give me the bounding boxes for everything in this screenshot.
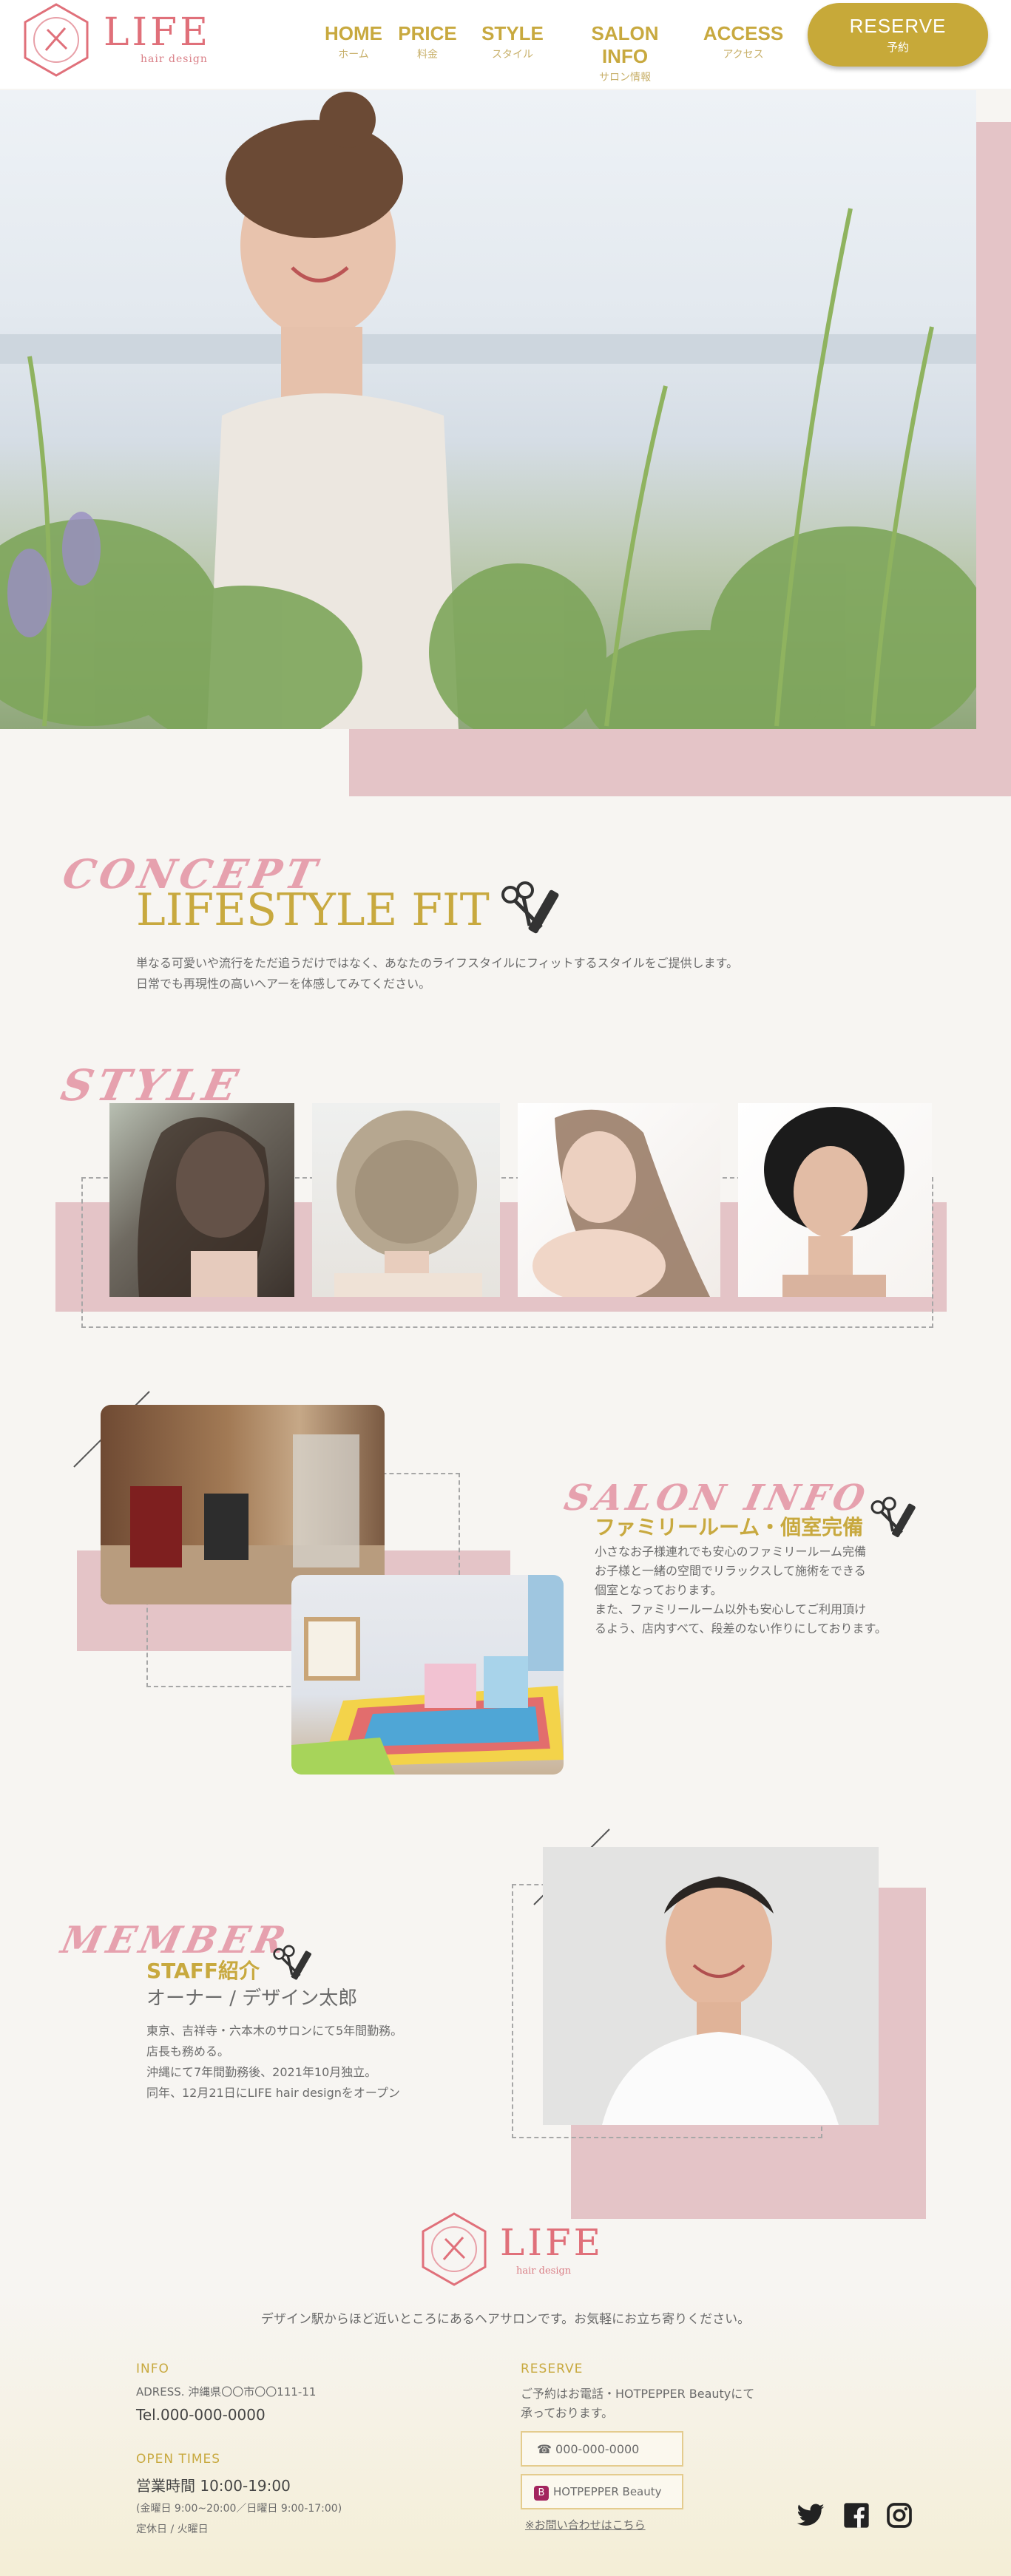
scissors-comb-icon <box>273 1945 311 1980</box>
instagram-icon[interactable] <box>885 2501 914 2530</box>
twitter-icon[interactable] <box>796 2501 825 2530</box>
salon-text-3: 個室となっております。 <box>595 1583 723 1597</box>
nav-price-label: PRICE <box>398 22 457 44</box>
footer-logo-text[interactable]: LIFE <box>500 2221 603 2264</box>
concept-text-1: 単なる可愛いや流行をただ追うだけではなく、あなたのライフスタイルにフィットするス… <box>136 956 739 970</box>
phone-icon: ☎ <box>537 2442 556 2456</box>
facebook-icon[interactable] <box>842 2501 871 2530</box>
logo-text[interactable]: LIFE <box>104 10 211 55</box>
footer-info-label: INFO <box>136 2362 169 2376</box>
member-text-3: 沖縄にて7年間勤務後、2021年10月独立。 <box>146 2065 377 2079</box>
footer-tel[interactable]: Tel.000-000-0000 <box>136 2406 266 2424</box>
style-photo-1[interactable] <box>109 1103 294 1297</box>
footer-contact-link[interactable]: ※お問い合わせはこちら <box>525 2517 646 2532</box>
nav-style[interactable]: STYLE スタイル <box>479 22 546 61</box>
logo-subtitle: hair design <box>141 53 208 65</box>
scissors-comb-icon <box>870 1497 916 1538</box>
footer-hours: 営業時間 10:00-19:00 <box>136 2477 291 2495</box>
salon-text-2: お子様と一緒の空間でリラックスして施術をできる <box>595 1564 866 1578</box>
nav-home[interactable]: HOME ホーム <box>317 22 390 61</box>
reserve-button[interactable]: RESERVE 予約 <box>808 3 988 67</box>
nav-price[interactable]: PRICE 料金 <box>398 22 457 61</box>
footer-logo-subtitle: hair design <box>516 2265 572 2277</box>
scissors-comb-icon <box>501 881 559 934</box>
concept-title: LIFESTYLE FIT <box>136 884 490 936</box>
footer-open-label: OPEN TIMES <box>136 2452 221 2467</box>
style-photo-3[interactable] <box>518 1103 720 1297</box>
nav-salon-info[interactable]: SALON INFO サロン情報 <box>569 22 680 84</box>
salon-photo-family-room[interactable] <box>291 1575 564 1775</box>
site-header: LIFE hair design HOME ホーム PRICE 料金 STYLE… <box>0 0 1011 89</box>
member-text-2: 店長も務める。 <box>146 2044 230 2058</box>
concept-text-2: 日常でも再現性の高いヘアーを体感してみてください。 <box>136 977 431 991</box>
footer-holiday: 定休日 / 火曜日 <box>136 2524 209 2535</box>
member-title: STAFF紹介 <box>146 1959 260 1983</box>
footer-address: ADRESS. 沖縄県〇〇市〇〇111-11 <box>136 2385 317 2399</box>
nav-salon-info-sub: サロン情報 <box>599 72 651 84</box>
nav-salon-info-label: SALON INFO <box>591 22 659 67</box>
nav-style-sub: スタイル <box>492 49 533 61</box>
nav-home-label: HOME <box>325 22 382 44</box>
hero-image <box>0 90 976 729</box>
hotpepper-icon: B <box>534 2486 549 2501</box>
footer-logo-hexagon-icon[interactable] <box>419 2211 490 2288</box>
member-name: オーナー / デザイン太郎 <box>146 1987 358 2010</box>
nav-style-label: STYLE <box>481 22 544 44</box>
salon-title: ファミリールーム・個室完備 <box>595 1515 864 1539</box>
footer-phone-button-label: 000-000-0000 <box>555 2442 640 2456</box>
salon-text-4: また、ファミリールーム以外も安心してご利用頂け <box>595 1602 867 1616</box>
footer-hours-note: (金曜日 9:00~20:00／日曜日 9:00-17:00) <box>136 2503 342 2515</box>
member-photo[interactable] <box>543 1847 879 2125</box>
footer-reserve-text-2: 承っております。 <box>521 2406 614 2420</box>
style-photo-4[interactable] <box>738 1103 932 1297</box>
footer-phone-button[interactable]: ☎ 000-000-0000 <box>521 2431 683 2467</box>
nav-home-sub: ホーム <box>338 49 369 61</box>
member-text-4: 同年、12月21日にLIFE hair designをオープン <box>146 2086 400 2100</box>
style-photo-2[interactable] <box>312 1103 500 1297</box>
nav-access-sub: アクセス <box>723 49 764 61</box>
footer-hotpepper-button[interactable]: B HOTPEPPER Beauty <box>521 2474 683 2509</box>
nav-price-sub: 料金 <box>417 49 438 61</box>
nav-access-label: ACCESS <box>703 22 784 44</box>
footer-hotpepper-button-label: HOTPEPPER Beauty <box>553 2485 662 2498</box>
footer-tagline: デザイン駅からほど近いところにあるヘアサロンです。お気軽にお立ち寄りください。 <box>260 2312 751 2327</box>
footer-reserve-text-1: ご予約はお電話・HOTPEPPER Beautyにて <box>521 2387 755 2401</box>
salon-text-1: 小さなお子様連れでも安心のファミリールーム完備 <box>595 1545 867 1559</box>
salon-text-5: るよう、店内すべて、段差のない作りにしております。 <box>595 1621 887 1636</box>
nav-access[interactable]: ACCESS アクセス <box>703 22 784 61</box>
reserve-button-sub: 予約 <box>886 41 909 54</box>
reserve-button-label: RESERVE <box>849 15 947 37</box>
hero-illustration <box>0 92 976 729</box>
member-text-1: 東京、吉祥寺・六本木のサロンにて5年間勤務。 <box>146 2024 403 2038</box>
logo-hexagon-icon[interactable] <box>21 1 92 78</box>
footer-reserve-label: RESERVE <box>521 2362 584 2376</box>
